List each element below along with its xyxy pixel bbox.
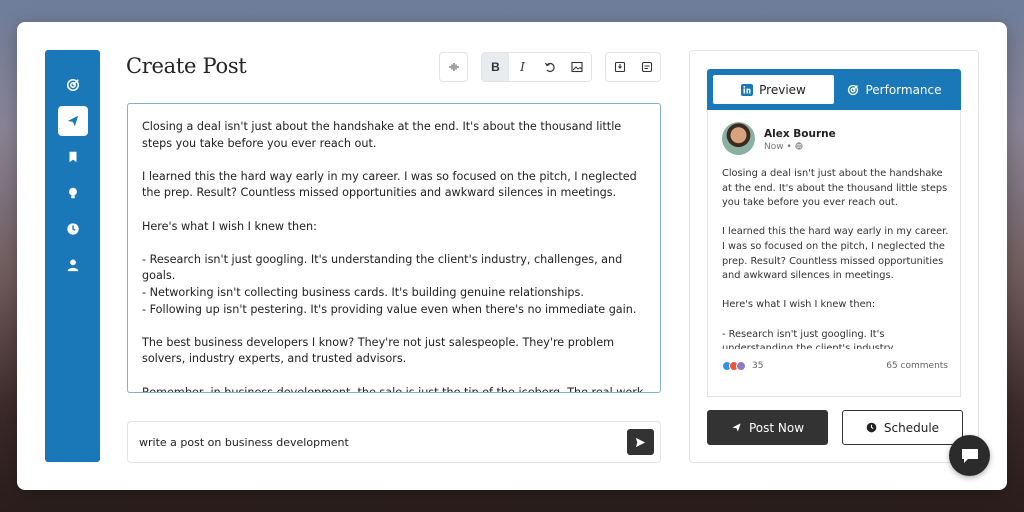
download-icon [614,61,625,73]
bold-button[interactable]: B [482,53,509,81]
toolbar-voice-group [439,52,468,82]
tab-preview-label: Preview [759,82,806,97]
preview-paragraph: I learned this the hard way early in my … [722,226,952,282]
page-title: Create Post [126,54,247,78]
editor-paragraph: The best business developers I know? The… [142,335,618,366]
editor-paragraph: Closing a deal isn't just about the hand… [142,120,625,150]
send-icon [67,115,78,127]
post-preview-card: Alex Bourne Now • Closing a deal isn't j… [707,110,961,397]
save-draft-button[interactable] [606,53,633,81]
sidebar-item-ideas[interactable] [58,178,88,208]
sidebar-item-create[interactable] [57,106,88,136]
toolbar-file-group [605,52,661,82]
sidebar-item-profile[interactable] [58,250,88,280]
sidebar-item-history[interactable] [58,214,88,244]
notes-button[interactable] [633,53,660,81]
post-time: Now • [764,142,792,152]
tab-performance[interactable]: Performance [834,75,955,104]
send-button[interactable] [627,429,654,455]
schedule-label: Schedule [883,420,940,435]
avatar [722,122,755,155]
undo-button[interactable] [536,53,563,81]
user-icon [67,259,78,272]
prompt-input[interactable]: write a post on business development [127,421,661,463]
reactions[interactable]: 35 [722,361,763,371]
sidebar-item-target[interactable] [58,70,88,100]
preview-paragraph: - Research isn't just googling. It's und… [722,328,897,349]
author-meta: Now • [764,142,803,152]
reaction-icons [722,361,746,371]
preview-panel: Preview Performance Alex Bourne Now • Cl… [689,50,979,463]
author-row: Alex Bourne Now • [722,122,836,155]
document-icon [641,61,652,73]
editor-paragraph: I learned this the hard way early in my … [142,169,641,200]
audio-wave-icon [448,63,459,71]
send-icon [635,437,646,447]
italic-button[interactable]: I [509,53,536,81]
sidebar [45,50,100,462]
app-window: Create Post B I Closing a deal isn't jus… [17,22,1007,490]
reaction-count: 35 [752,361,764,371]
author-name: Alex Bourne [764,127,836,140]
post-editor[interactable]: Closing a deal isn't just about the hand… [127,103,661,393]
italic-label: I [520,60,525,74]
bookmark-icon [69,151,76,163]
comment-count[interactable]: 65 comments [886,361,948,371]
preview-body: Closing a deal isn't just about the hand… [722,167,952,349]
tab-preview[interactable]: Preview [713,75,834,104]
editor-paragraph: - Research isn't just googling. It's und… [142,252,637,316]
preview-paragraph: Closing a deal isn't just about the hand… [722,168,951,209]
target-icon [848,84,859,95]
schedule-button[interactable]: Schedule [842,410,963,445]
post-stats: 35 65 comments [722,361,948,371]
send-icon [732,423,741,432]
chat-button[interactable] [949,435,990,476]
linkedin-icon [741,83,754,96]
post-now-label: Post Now [748,420,805,435]
preview-paragraph: Here's what I wish I knew then: [722,299,876,311]
toolbar-format-group: B I [481,52,592,82]
undo-icon [544,62,555,73]
image-button[interactable] [563,53,590,81]
editor-paragraph: Here's what I wish I knew then: [142,219,317,233]
preview-tabs: Preview Performance [707,69,961,110]
chat-bubble-icon [961,448,978,463]
tab-performance-label: Performance [865,82,942,97]
image-icon [570,61,583,73]
clock-icon [866,422,877,433]
prompt-value: write a post on business development [139,435,349,449]
lightbulb-icon [68,187,77,199]
clock-icon [66,223,79,235]
target-icon [66,78,79,92]
voice-button[interactable] [440,53,467,81]
globe-icon [795,142,803,150]
insightful-icon [736,361,746,371]
post-now-button[interactable]: Post Now [707,410,828,445]
bold-label: B [491,60,500,74]
editor-paragraph: Remember, in business development, the s… [142,385,644,393]
sidebar-item-saved[interactable] [58,142,88,172]
